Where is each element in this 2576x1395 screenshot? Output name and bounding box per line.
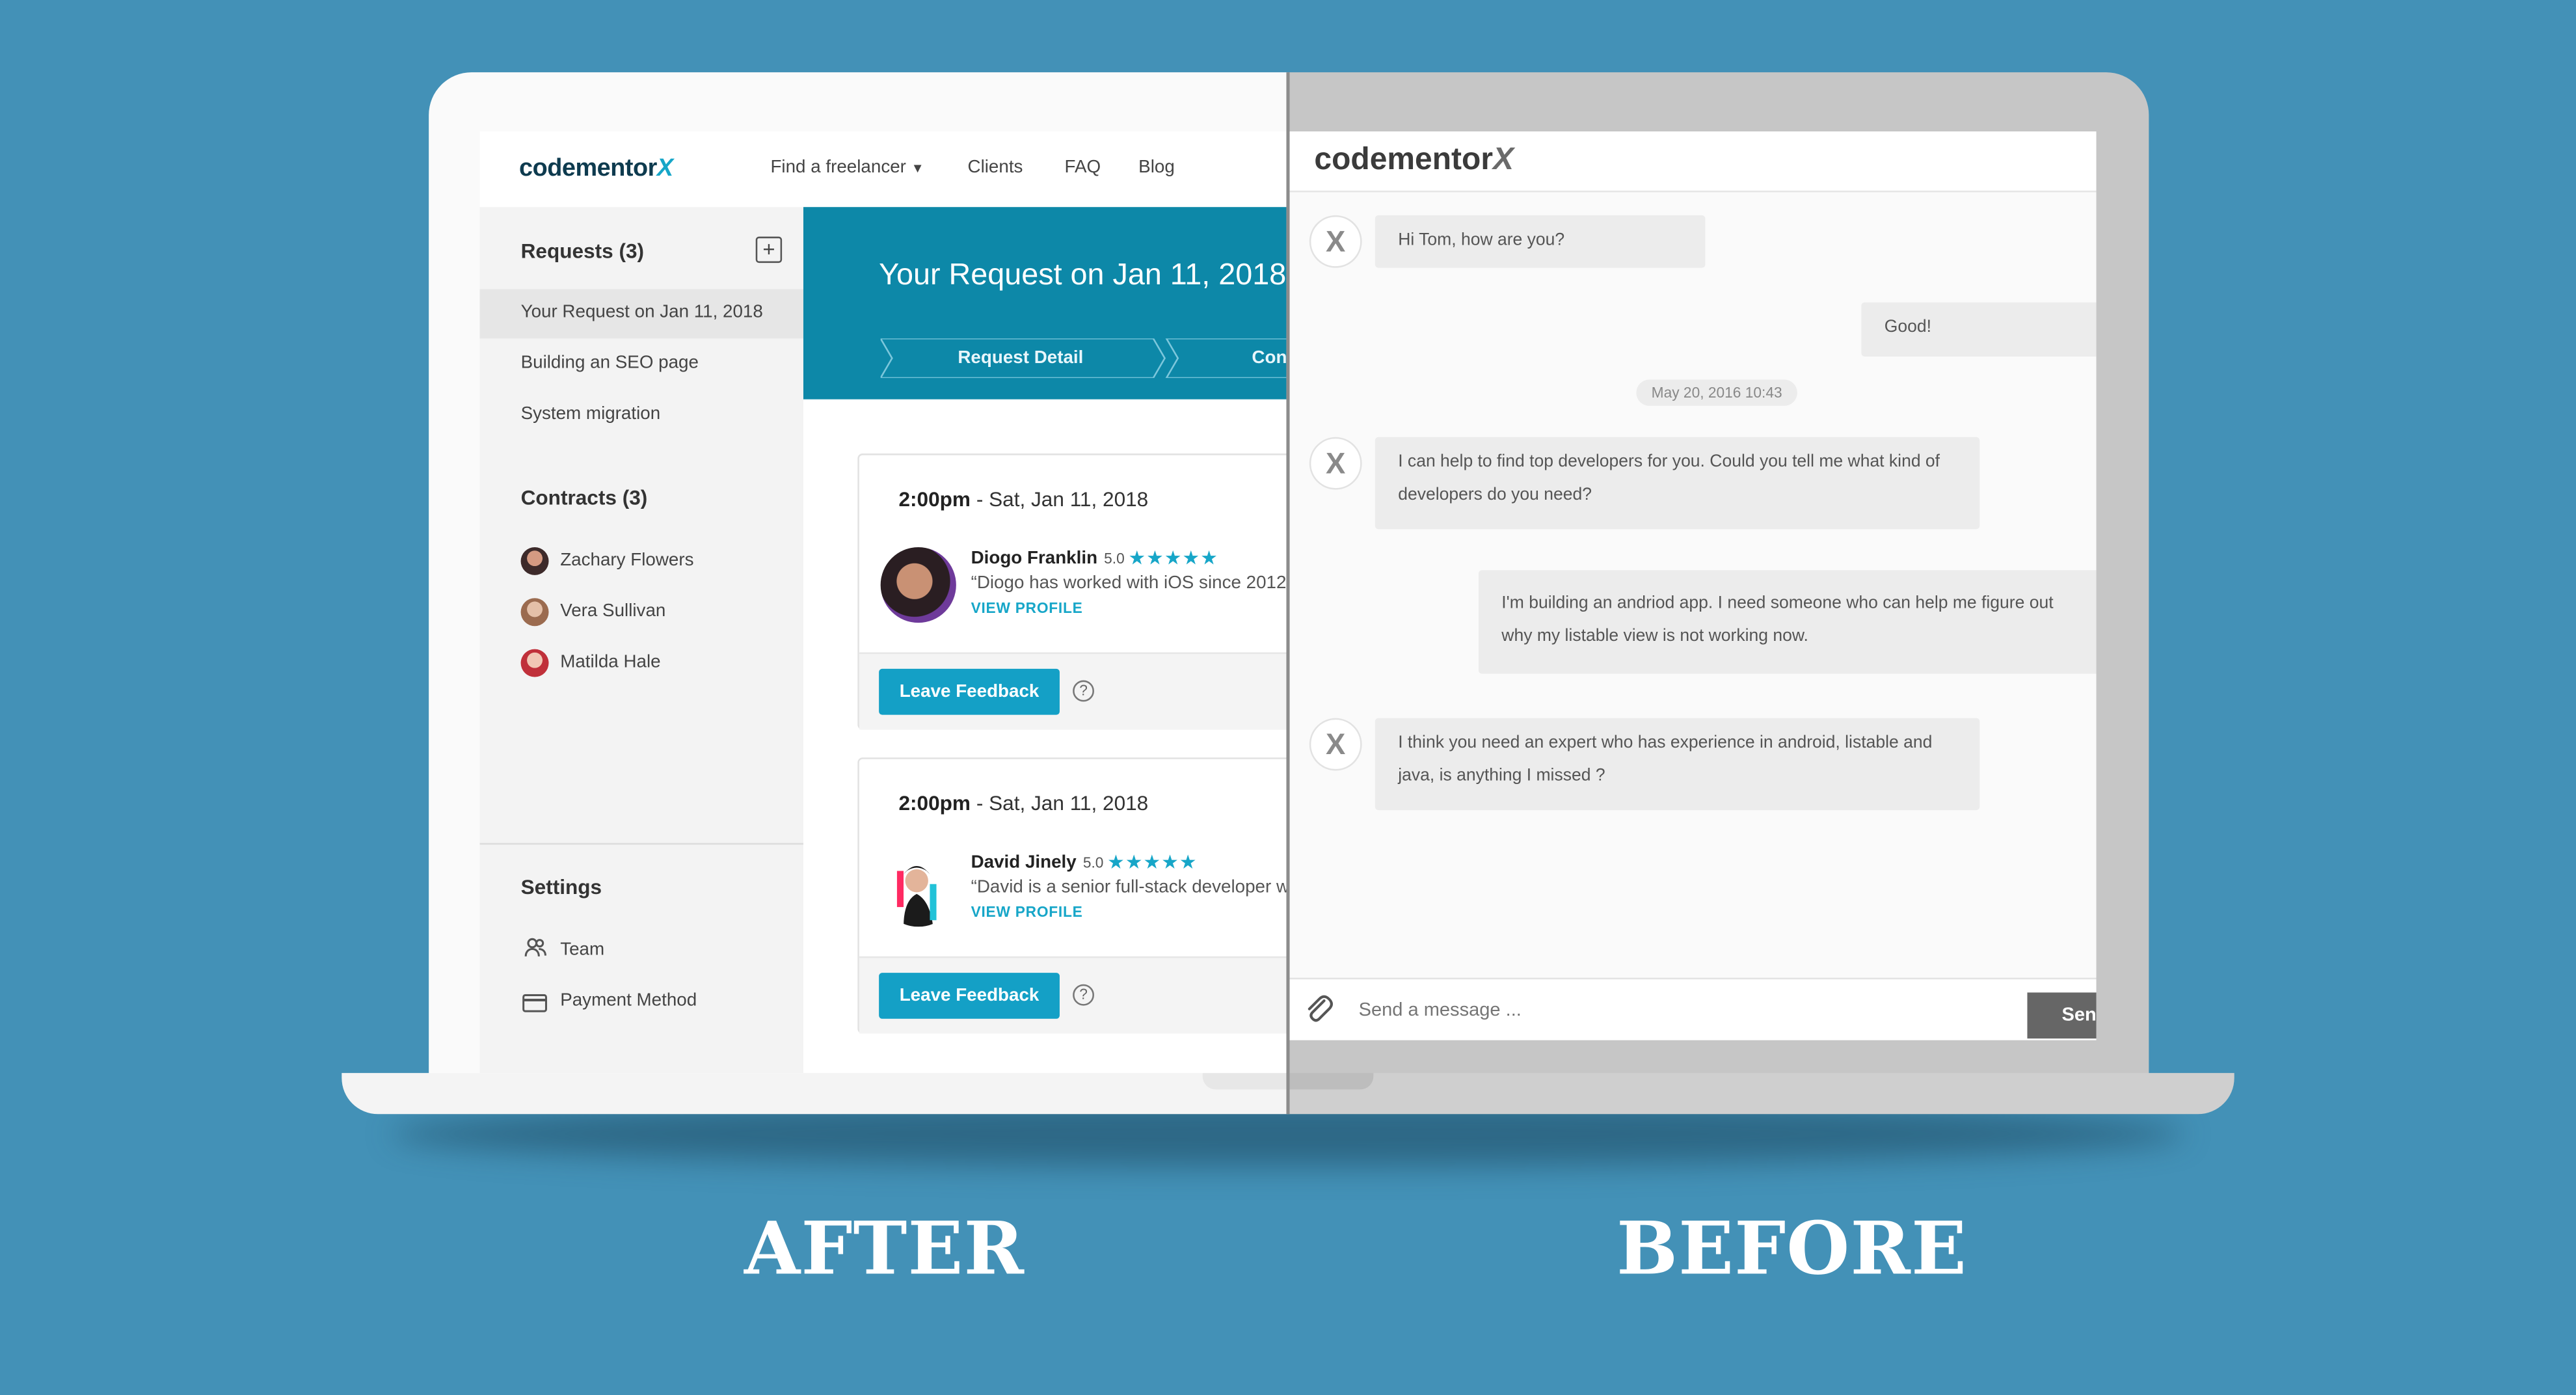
sidebar-item-system-migration[interactable]: System migration [521, 404, 661, 424]
leave-feedback-button[interactable]: Leave Feedback [879, 668, 1060, 715]
before-screen: codementorX X Hi Tom, how are you? Good!… [1289, 131, 2097, 1040]
message-composer: Send [1289, 977, 2097, 1040]
card-footer: Leave Feedback ? [859, 652, 1287, 730]
after-label: AFTER [744, 1208, 1025, 1292]
laptop-notch [1202, 1073, 1288, 1090]
nav-clients[interactable]: Clients [968, 157, 1023, 177]
message-input[interactable] [1358, 992, 1983, 1029]
top-navigation: codementorX Find a freelancer ▼ Clients … [479, 131, 1287, 208]
send-button[interactable]: Send [2027, 992, 2097, 1039]
session-time: 2:00pm - Sat, Jan 11, 2018 [898, 792, 1149, 815]
comparison-illustration: codementorX Find a freelancer ▼ Clients … [0, 0, 2576, 1395]
settings-heading: Settings [520, 876, 602, 899]
view-profile-link[interactable]: VIEW PROFILE [971, 904, 1083, 920]
split-divider [1286, 72, 1290, 1115]
card-footer: Leave Feedback ? [859, 956, 1287, 1034]
x-avatar-icon: X [1309, 215, 1362, 268]
step-arrows [880, 338, 1287, 378]
nav-faq[interactable]: FAQ [1065, 157, 1101, 177]
after-screen: codementorX Find a freelancer ▼ Clients … [479, 131, 1287, 1074]
contract-vera-sullivan[interactable]: Vera Sullivan [560, 601, 665, 621]
help-icon[interactable]: ? [1073, 680, 1094, 702]
nav-find-freelancer[interactable]: Find a freelancer ▼ [770, 157, 924, 177]
x-avatar-icon: X [1309, 718, 1362, 771]
avatar [880, 547, 956, 623]
sidebar-item-seo-page[interactable]: Building an SEO page [521, 353, 699, 373]
leave-feedback-button[interactable]: Leave Feedback [879, 973, 1060, 1019]
chat-message: I think you need an expert who has exper… [1375, 718, 1980, 811]
view-profile-link[interactable]: VIEW PROFILE [971, 600, 1083, 616]
paperclip-icon[interactable] [1303, 992, 1336, 1033]
logo[interactable]: codementorX [519, 154, 673, 182]
freelancer-name[interactable]: Diogo Franklin 5.0 ★★★★★ [971, 549, 1220, 569]
message-timestamp: May 20, 2016 10:43 [1636, 379, 1797, 406]
tab-contract[interactable]: Con [1252, 338, 1286, 378]
avatar [520, 547, 549, 575]
chat-message: Hi Tom, how are you? [1375, 215, 1706, 268]
freelancer-quote: “David is a senior full-stack developer … [971, 877, 1287, 897]
chevron-down-icon: ▼ [911, 161, 924, 176]
avatar [520, 598, 549, 627]
session-card: 2:00pm - Sat, Jan 11, 2018 David Jinely 5… [857, 757, 1287, 1034]
before-label: BEFORE [1617, 1208, 1968, 1292]
contract-matilda-hale[interactable]: Matilda Hale [560, 653, 660, 672]
laptop-base-before [1287, 1073, 2234, 1115]
avatar [520, 649, 549, 677]
laptop-notch [1287, 1073, 1374, 1090]
divider [479, 843, 803, 845]
requests-heading: Requests (3) [520, 239, 645, 264]
help-icon[interactable]: ? [1073, 984, 1094, 1006]
request-header: Your Request on Jan 11, 2018 Request Det… [803, 207, 1287, 400]
session-time: 2:00pm - Sat, Jan 11, 2018 [898, 488, 1149, 511]
freelancer-quote: “Diogo has worked with iOS since 2012 [971, 573, 1287, 593]
settings-team[interactable]: Team [560, 940, 604, 960]
team-icon [524, 937, 547, 966]
rating-stars-icon: ★★★★★ [1129, 550, 1220, 569]
settings-payment-method[interactable]: Payment Method [560, 991, 697, 1010]
x-avatar-icon: X [1309, 437, 1362, 490]
plus-icon: + [762, 236, 775, 262]
laptop-base-after [342, 1073, 1288, 1115]
page-title: Your Request on Jan 11, 2018 [879, 256, 1287, 291]
credit-card-icon [522, 991, 547, 1020]
chat-message: Good! [1861, 302, 2097, 357]
sidebar: Requests (3) + Your Request on Jan 11, 2… [479, 207, 803, 1074]
chat-message: I can help to find top developers for yo… [1375, 437, 1980, 530]
nav-blog[interactable]: Blog [1138, 157, 1175, 177]
avatar [880, 851, 956, 927]
sidebar-item-request-jan-11[interactable]: Your Request on Jan 11, 2018 [521, 303, 763, 322]
chat-message: I'm building an andriod app. I need some… [1478, 570, 2097, 674]
contract-zachary-flowers[interactable]: Zachary Flowers [560, 550, 693, 570]
logo[interactable]: codementorX [1314, 143, 1514, 180]
contracts-heading: Contracts (3) [520, 486, 648, 509]
add-request-button[interactable]: + [755, 236, 783, 264]
tab-request-detail[interactable]: Request Detail [958, 338, 1083, 378]
chat-header: codementorX [1289, 131, 2097, 193]
rating-stars-icon: ★★★★★ [1108, 854, 1199, 873]
session-card: 2:00pm - Sat, Jan 11, 2018 Diogo Frankli… [857, 454, 1287, 730]
freelancer-name[interactable]: David Jinely 5.0 ★★★★★ [971, 853, 1199, 873]
